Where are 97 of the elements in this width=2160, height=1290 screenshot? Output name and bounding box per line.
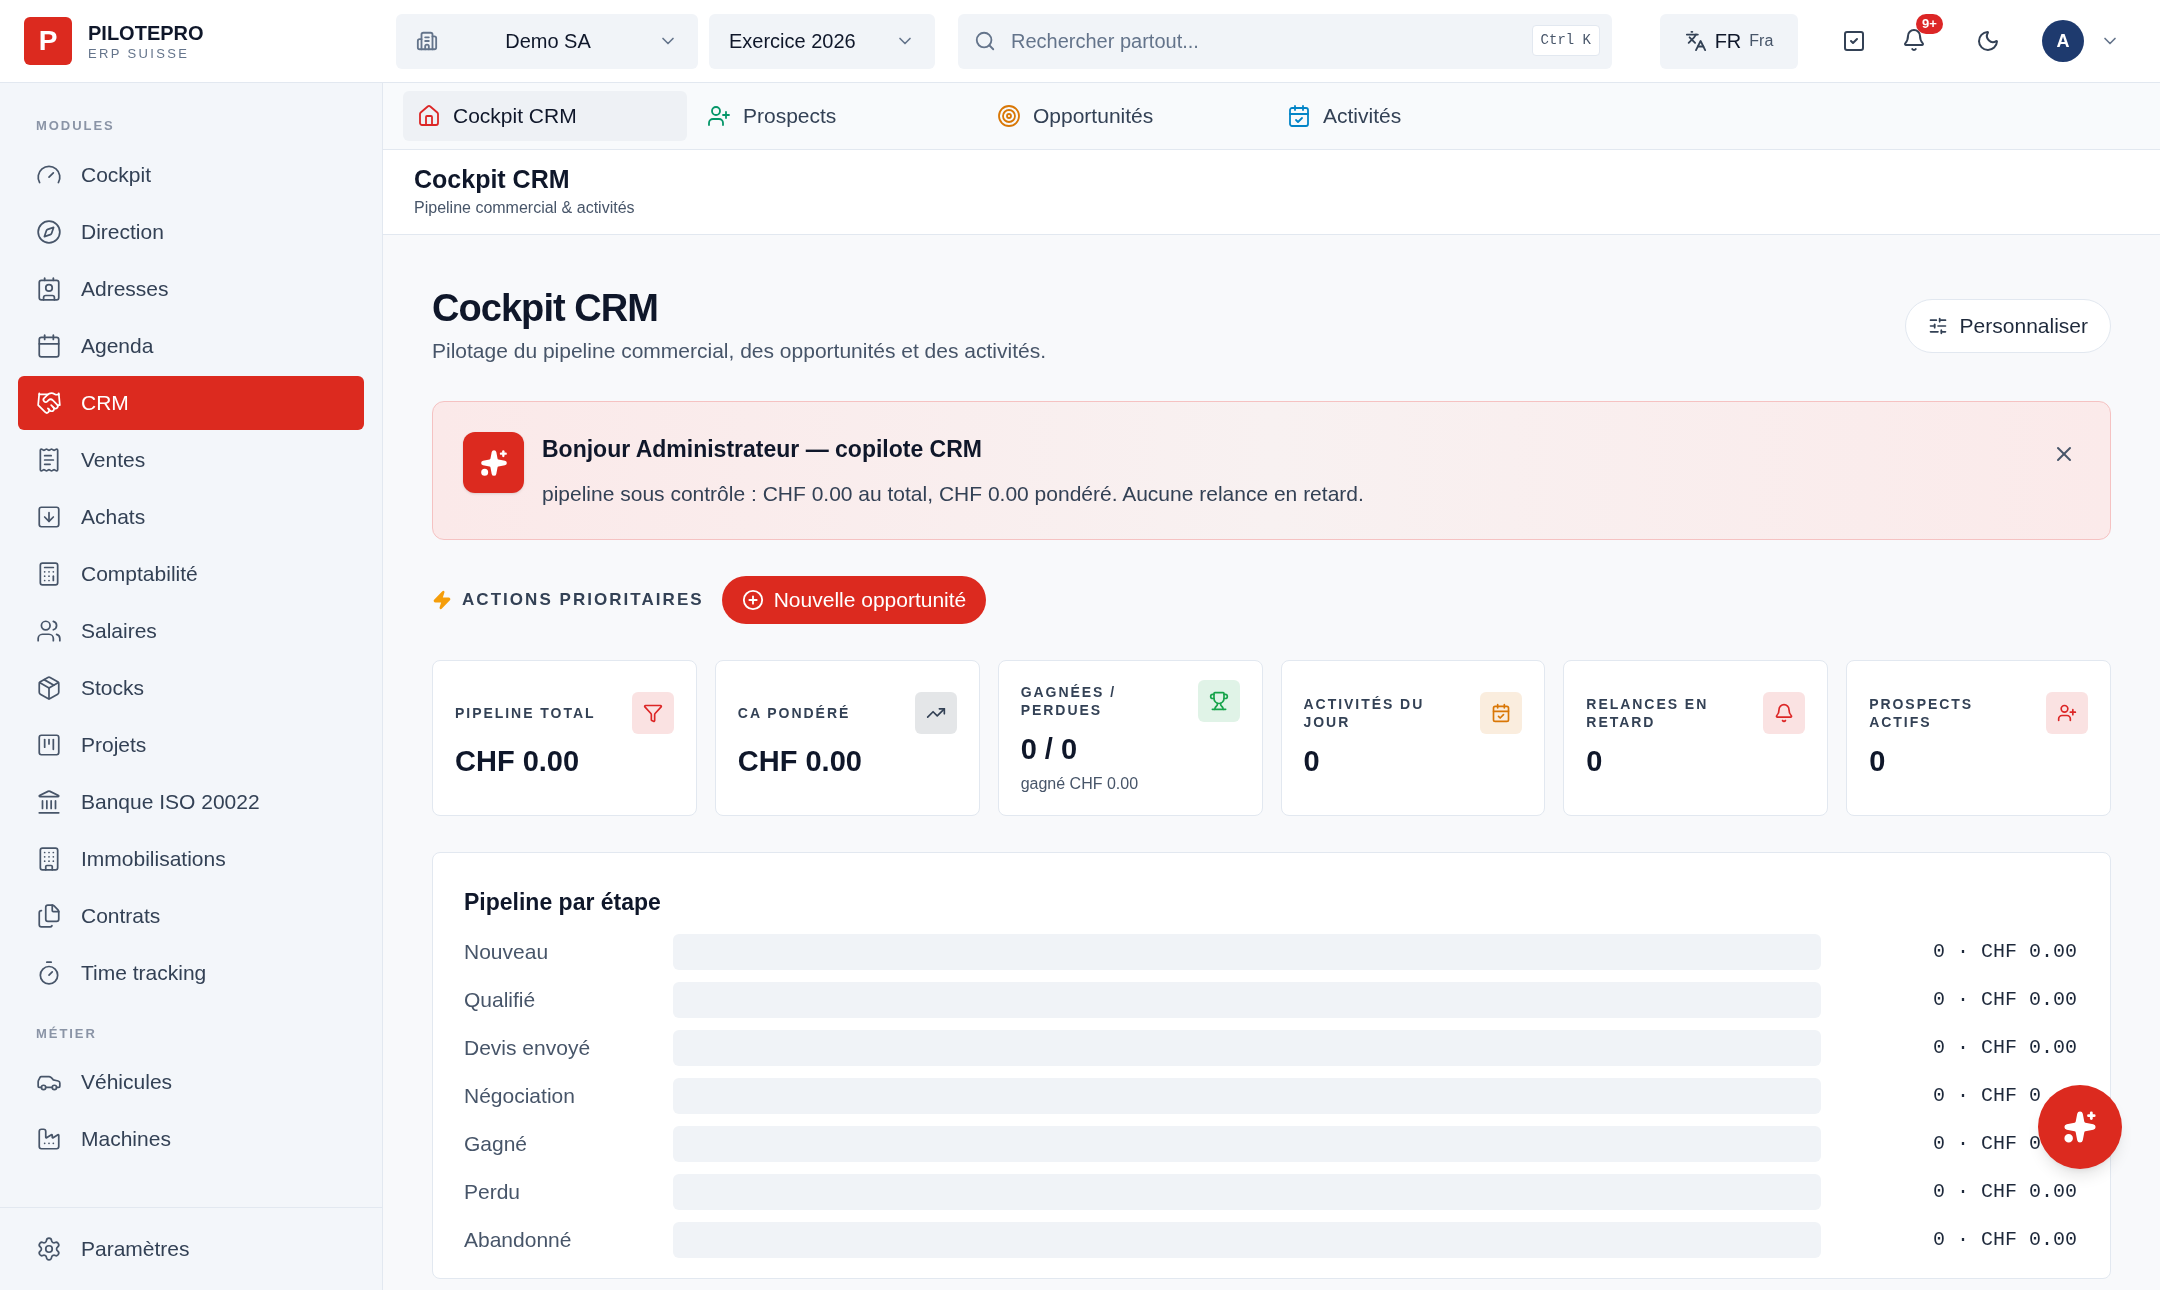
plus-circle-icon [741,589,764,611]
banner-text: pipeline sous contrôle : CHF 0.00 au total, CHF 0.00 pondéré. Aucune relance en retard. [542,481,1365,507]
sidebar-item[interactable]: Projets [18,717,364,772]
sidebar-item[interactable]: Direction [18,204,364,259]
kpi-label: GAGNÉES / PERDUES [1020,683,1118,720]
page-title: Cockpit CRM [414,164,571,196]
sidebar-item[interactable]: Adresses [18,261,364,316]
compass-icon [36,218,62,245]
handshake-icon [36,389,62,416]
kpi-subtext: gagné CHF 0.00 [1020,773,1140,794]
sidebar-item[interactable]: Véhicules [18,1055,364,1109]
kpi-value: 0 [1586,744,1604,780]
sidebar-item[interactable]: Salaires [18,603,364,658]
section-label: ACTIONS PRIORITAIRES [462,589,704,612]
content-title: Cockpit CRM [432,286,659,331]
stage-label: Qualifié [464,986,537,1013]
sidebar-item[interactable]: Machines [18,1112,364,1166]
content-subtitle: Pilotage du pipeline commercial, des opportunités et des activités. [432,337,1046,364]
gear-icon [36,1236,62,1262]
stage-label: Nouveau [464,938,550,965]
stage-label: Gagné [464,1130,529,1157]
factory-icon [36,1126,62,1152]
sidebar-item[interactable]: CRM [18,375,364,430]
company-select[interactable]: Demo SA [396,13,698,69]
package-icon [36,674,62,701]
sidebar-item[interactable]: Comptabilité [18,546,364,601]
sparkles-icon [479,448,508,477]
kpi-label: CA PONDÉRÉ [737,704,851,723]
new-opportunity-button[interactable]: Nouvelle opportunité [721,576,987,624]
kpi-label: PIPELINE TOTAL [455,704,596,723]
stage-value: 0 · CHF 0.00 [1933,1226,2079,1253]
sidebar-item[interactable]: Cockpit [18,147,364,202]
kpi-label: ACTIVITÉS DU JOUR [1303,695,1426,732]
users-icon [36,617,62,644]
sliders-icon [1927,316,1948,336]
sidebar-item[interactable]: Paramètres [18,1222,364,1276]
fiscal-year-select[interactable]: Exercice 2026 [709,13,935,69]
stage-label: Devis envoyé [464,1034,592,1061]
card-title: Pipeline par étape [464,888,662,917]
stage-value: 0 · CHF 0.00 [1933,986,2079,1013]
language-select[interactable]: FR Fra [1660,13,1798,69]
calendar-icon [36,332,62,359]
sparkles-icon [2063,1110,2097,1144]
documents-icon [36,902,62,929]
moon-icon [1976,29,2000,53]
sidebar-item[interactable]: Achats [18,489,364,544]
avatar: A [2042,20,2084,62]
logo: P [24,17,72,65]
kpi-label: RELANCES EN RETARD [1586,695,1710,732]
sidebar-item[interactable]: Banque ISO 20022 [18,774,364,829]
building-icon [36,845,62,872]
calculator-icon [36,560,62,587]
kpi-value: CHF 0.00 [737,744,863,780]
building-icon [416,30,438,52]
stage-value: 0 · CHF 0 [1933,1082,2043,1109]
sidebar-item[interactable]: Time tracking [18,945,364,1000]
checkbox-icon [1842,29,1866,53]
brand-tagline: ERP SUISSE [88,46,191,60]
banner-title: Bonjour Administrateur — copilote CRM [542,434,983,464]
sidebar-item[interactable]: Stocks [18,660,364,715]
sidebar-item[interactable]: Contrats [18,888,364,943]
kpi-value: 0 / 0 [1020,732,1079,768]
section-label: MODULES [35,117,116,135]
sidebar-item[interactable]: Agenda [18,318,364,373]
kpi-value: 0 [1303,744,1321,780]
tab[interactable]: Prospects [693,91,977,141]
search-icon [974,29,996,52]
stage-label: Perdu [464,1178,522,1205]
tray-icon [36,503,62,530]
kpi-value: 0 [1869,744,1887,780]
section-label: MÉTIER [35,1024,98,1043]
receipt-icon [36,446,62,473]
shortcut-hint: Ctrl K [1531,24,1600,56]
translate-icon [1684,30,1707,52]
stage-value: 0 · CHF 0.00 [1933,1178,2079,1205]
sidebar-item[interactable]: Ventes [18,432,364,487]
bank-icon [36,788,62,815]
kpi-label: PROSPECTS ACTIFS [1869,695,1975,732]
stage-label: Abandonné [464,1226,573,1253]
page-subtitle: Pipeline commercial & activités [414,197,636,218]
customize-button[interactable]: Personnaliser [1904,299,2111,353]
lightning-icon [432,590,452,610]
stage-value: 0 · CHF 0 [1933,1130,2043,1157]
tab[interactable]: Opportunités [983,91,1267,141]
stage-value: 0 · CHF 0.00 [1933,1034,2079,1061]
sidebar-item[interactable]: Immobilisations [18,831,364,886]
kanban-icon [36,731,62,758]
stage-label: Négociation [464,1082,576,1109]
contact-card-icon [36,275,62,302]
stage-value: 0 · CHF 0.00 [1933,938,2079,965]
tab[interactable]: Cockpit CRM [403,91,687,141]
tab[interactable]: Activités [1273,91,1557,141]
kpi-value: CHF 0.00 [455,744,581,780]
brand-name: PILOTEPRO [88,22,204,43]
notification-badge: 9+ [1916,13,1943,34]
bell-icon [1902,27,1926,52]
user-menu[interactable]: A [2042,20,2120,62]
